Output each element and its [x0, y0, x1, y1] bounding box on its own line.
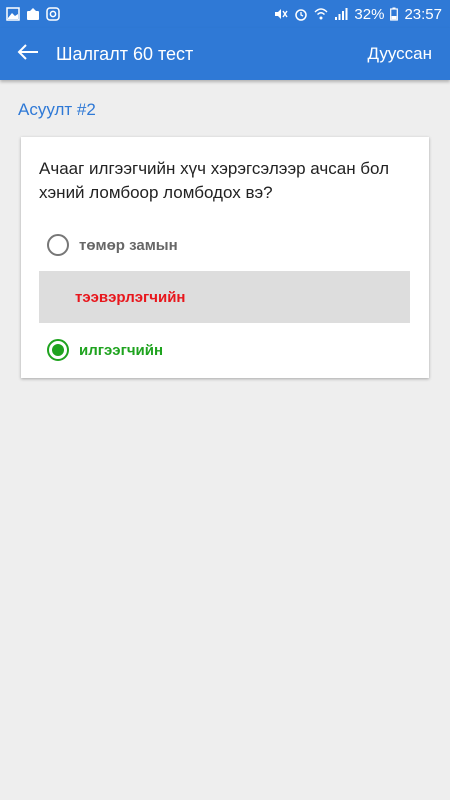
- app-bar: Шалгалт 60 тест Дуусcан: [0, 28, 450, 80]
- alarm-icon: [294, 7, 308, 21]
- question-card: Ачааг илгээгчийн хүч хэрэгсэлээр ачсан б…: [21, 137, 429, 378]
- page-title: Шалгалт 60 тест: [56, 43, 194, 64]
- question-number: Асуулт #2: [18, 100, 96, 119]
- status-right-icons: 32% 23:57: [274, 6, 442, 23]
- wifi-icon: [314, 7, 328, 21]
- battery-icon: [390, 7, 399, 21]
- answer-option-1[interactable]: төмөр замын: [39, 220, 410, 270]
- status-bar: 32% 23:57: [0, 0, 450, 28]
- radio-unselected-icon[interactable]: [47, 234, 69, 256]
- answer-option-3-selected[interactable]: илгээгчийн: [39, 325, 410, 375]
- instagram-icon: [46, 7, 60, 21]
- back-button[interactable]: [0, 28, 56, 80]
- status-left-icons: [6, 7, 60, 21]
- answer-option-label: илгээгчийн: [79, 341, 164, 359]
- upload-icon: [26, 7, 40, 21]
- battery-percent: 32%: [354, 5, 385, 23]
- gallery-icon: [6, 7, 20, 21]
- radio-selected-icon[interactable]: [47, 339, 69, 361]
- answer-option-2-correct[interactable]: тээвэрлэгчийн: [39, 271, 410, 323]
- mute-icon: [274, 7, 289, 21]
- answer-option-label: төмөр замын: [79, 236, 178, 254]
- question-text: Ачааг илгээгчийн хүч хэрэгсэлээр ачсан б…: [39, 159, 390, 202]
- signal-icon: [334, 7, 348, 21]
- clock: 23:57: [404, 5, 442, 23]
- answer-option-label: тээвэрлэгчийн: [75, 288, 186, 306]
- arrow-left-icon: [17, 43, 39, 66]
- finish-button[interactable]: Дуусcан: [367, 44, 450, 64]
